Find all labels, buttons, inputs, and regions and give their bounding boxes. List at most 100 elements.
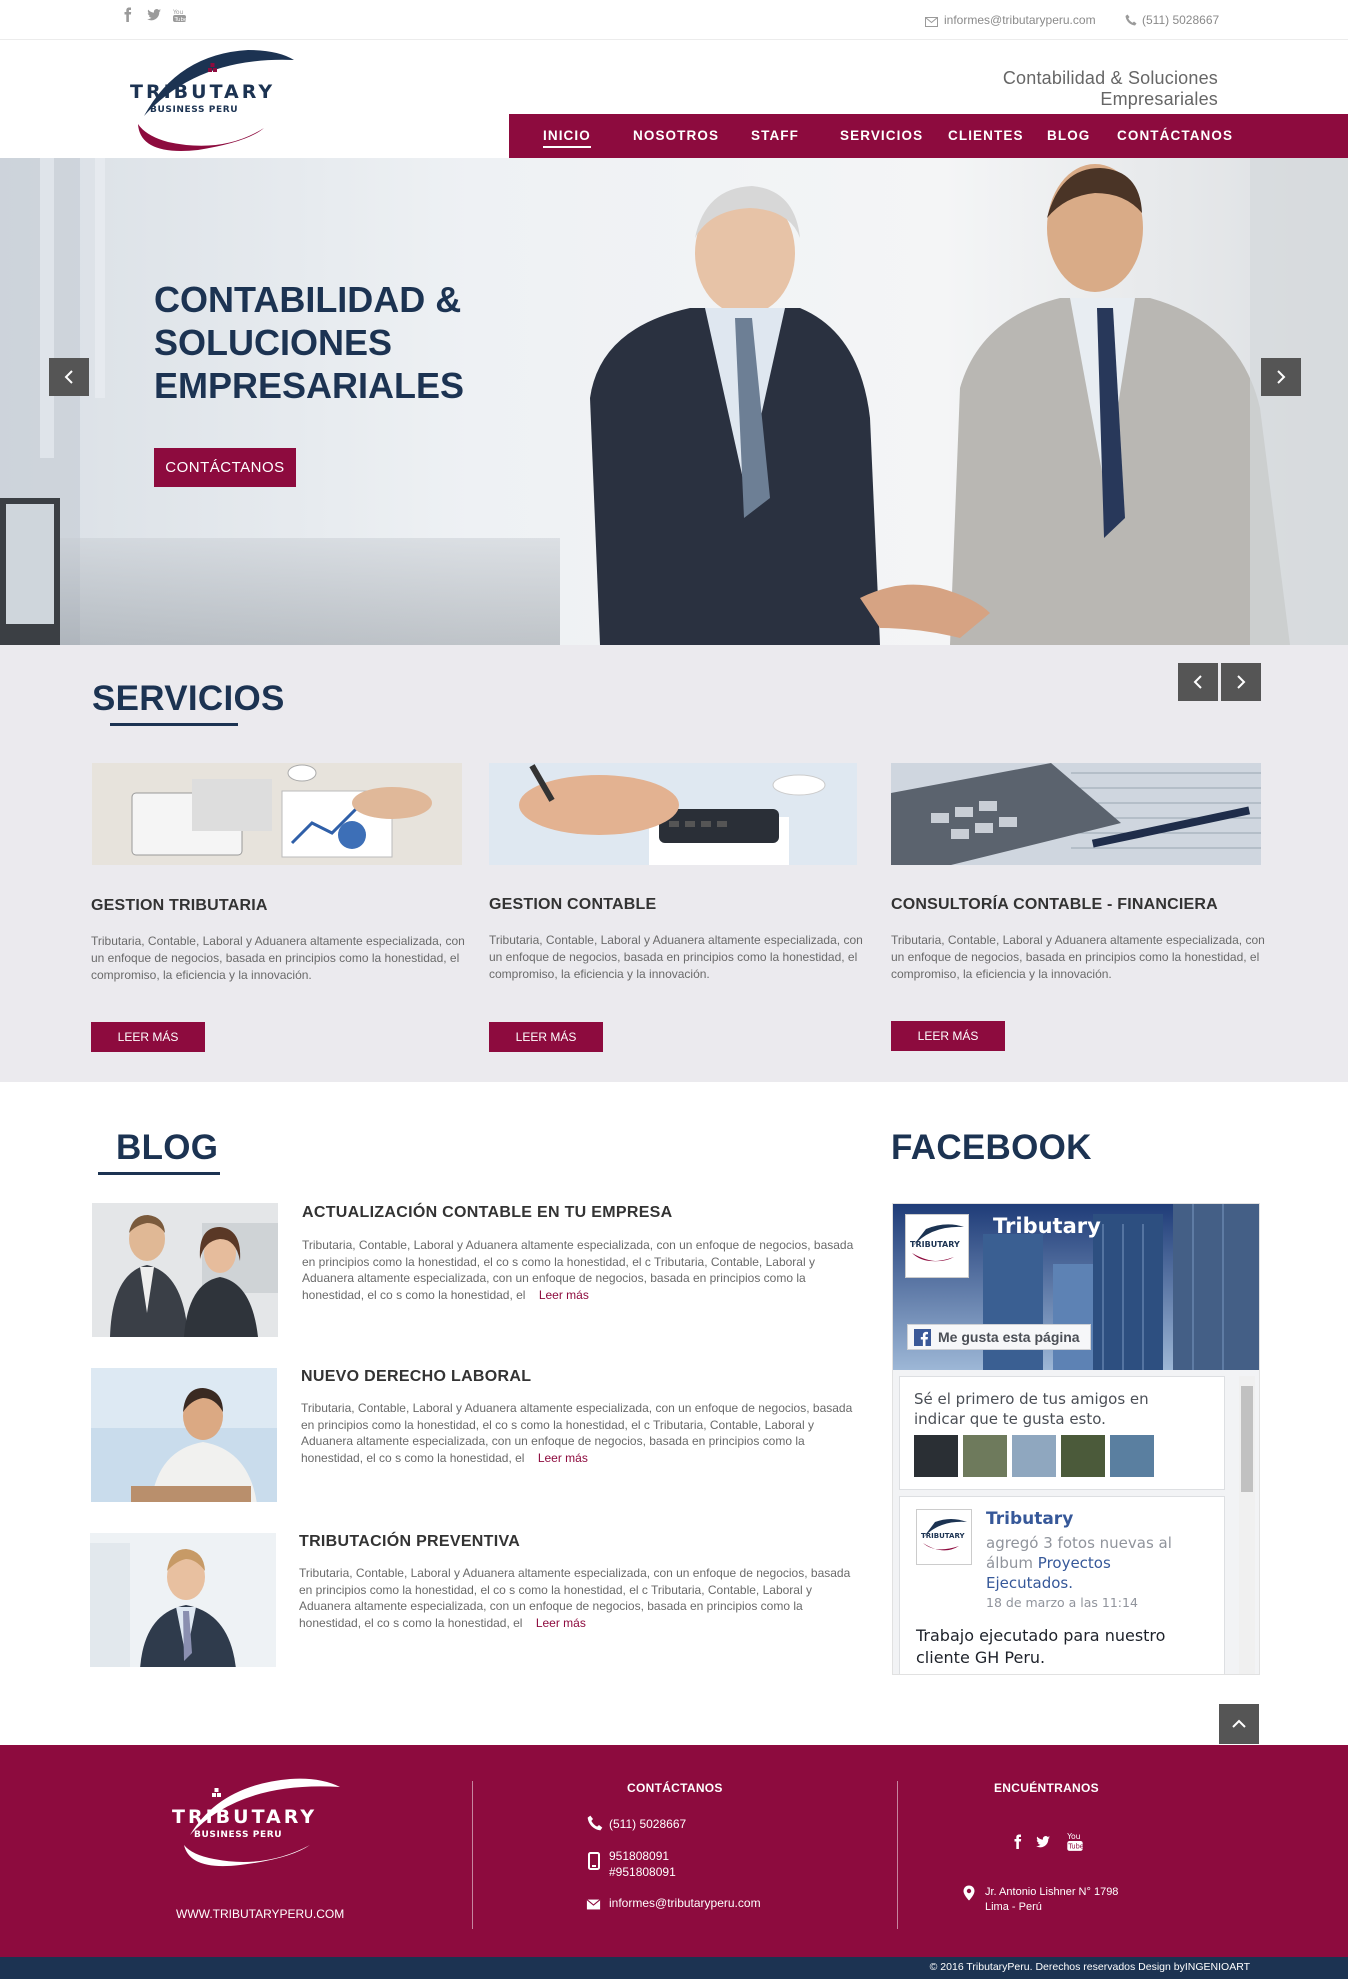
footer-phone[interactable]: (511) 5028667 [609,1816,686,1832]
blog-title-rule [98,1172,220,1175]
svg-text:TRIBUTARY: TRIBUTARY [130,81,275,103]
hero-contact-button[interactable]: CONTÁCTANOS [154,448,296,487]
facebook-like-button[interactable]: Me gusta esta página [907,1324,1091,1350]
twitter-icon[interactable] [1034,1834,1052,1850]
read-more-link[interactable]: Leer más [538,1451,588,1465]
envelope-icon [586,1897,601,1910]
footer-contact-title: CONTÁCTANOS [627,1781,723,1795]
facebook-post-date[interactable]: 18 de marzo a las 11:14 [986,1595,1138,1610]
blog-post-excerpt: Tributaria, Contable, Laboral y Aduanera… [299,1565,859,1631]
svg-text:TRIBUTARY: TRIBUTARY [172,1806,317,1828]
svg-text:You: You [172,9,184,16]
service-read-more-button[interactable]: LEER MÁS [891,1021,1005,1051]
facebook-scrollbar-thumb[interactable] [1241,1386,1253,1492]
nav-item-clientes[interactable]: CLIENTES [948,114,1024,158]
facebook-friends-box: Sé el primero de tus amigos en indicar q… [899,1376,1225,1490]
svg-text:BUSINESS PERU: BUSINESS PERU [194,1830,282,1840]
facebook-icon[interactable] [120,7,136,23]
chevron-left-icon [1193,675,1202,689]
service-text: Tributaria, Contable, Laboral y Aduanera… [91,934,465,982]
read-more-link[interactable]: Leer más [536,1616,586,1630]
blog-post-title[interactable]: ACTUALIZACIÓN CONTABLE EN TU EMPRESA [302,1204,673,1222]
main-nav: INICIO NOSOTROS STAFF SERVICIOS CLIENTES… [509,114,1348,158]
footer-mobile[interactable]: 951808091 [609,1848,669,1864]
facebook-post-avatar[interactable]: TRIBUTARY [916,1509,972,1565]
facebook-widget: TRIBUTARY Tributary Me gusta esta página… [892,1203,1260,1675]
youtube-icon[interactable]: You Tube [172,7,188,23]
footer-divider [897,1781,898,1929]
service-image-contable [489,763,857,865]
footer-address: Jr. Antonio Lishner N° 1798 [985,1886,1119,1898]
friend-avatar[interactable] [1061,1435,1105,1477]
hero-slider: CONTABILIDAD & SOLUCIONES EMPRESARIALES … [0,158,1348,645]
blog-post-title[interactable]: TRIBUTACIÓN PREVENTIVA [299,1533,520,1551]
facebook-post-author[interactable]: Tributary [986,1509,1073,1529]
svg-text:TRIBUTARY: TRIBUTARY [921,1532,965,1540]
facebook-post: TRIBUTARY Tributary agregó 3 fotos nueva… [899,1496,1225,1674]
envelope-icon [925,14,938,27]
friend-avatar[interactable] [963,1435,1007,1477]
chevron-right-icon [1237,675,1246,689]
footer-divider [472,1781,473,1929]
facebook-icon [914,1329,931,1346]
back-to-top-button[interactable] [1219,1704,1259,1744]
blog-post-image[interactable] [90,1533,276,1667]
blog-post-image[interactable] [91,1368,277,1502]
service-read-more-button[interactable]: LEER MÁS [489,1022,603,1052]
logo[interactable]: TRIBUTARY BUSINESS PERU [128,46,302,154]
mobile-icon [588,1852,600,1870]
youtube-icon[interactable]: You Tube [1066,1830,1084,1852]
service-read-more-button[interactable]: LEER MÁS [91,1022,205,1052]
facebook-page-name[interactable]: Tributary [993,1214,1101,1238]
footer-email[interactable]: informes@tributaryperu.com [609,1895,761,1911]
hero-next-button[interactable] [1261,358,1301,396]
copyright-text: © 2016 TributaryPeru. Derechos reservado… [929,1961,1250,1973]
nav-item-staff[interactable]: STAFF [751,114,799,158]
friend-avatar[interactable] [1012,1435,1056,1477]
svg-text:Tube: Tube [1067,1843,1083,1851]
facebook-friends-text: Sé el primero de tus amigos en indicar q… [914,1390,1149,1428]
nav-item-contactanos[interactable]: CONTÁCTANOS [1117,114,1233,158]
read-more-link[interactable]: Leer más [539,1288,589,1302]
footer-mobile[interactable]: #951808091 [609,1864,676,1880]
servicios-section: SERVICIOS GESTION TRIBUTARIA Tributaria,… [0,645,1348,1082]
blog-post-excerpt: Tributaria, Contable, Laboral y Aduanera… [302,1237,862,1303]
topbar-email[interactable]: informes@tributaryperu.com [944,13,1096,27]
facebook-scrollbar[interactable] [1239,1376,1255,1674]
phone-icon [587,1815,603,1831]
twitter-icon[interactable] [146,7,162,23]
footer-find-title: ENCUÉNTRANOS [994,1781,1099,1795]
friend-avatar[interactable] [914,1435,958,1477]
nav-item-servicios[interactable]: SERVICIOS [840,114,923,158]
facebook-like-label: Me gusta esta página [938,1329,1080,1345]
svg-text:BUSINESS PERU: BUSINESS PERU [150,105,238,115]
servicios-title: SERVICIOS [92,679,285,718]
chevron-up-icon [1232,1719,1246,1728]
facebook-title: FACEBOOK [891,1128,1092,1167]
hero-title-line: CONTABILIDAD & [154,279,462,320]
topbar-phone[interactable]: (511) 5028667 [1142,13,1219,27]
servicios-prev-button[interactable] [1178,663,1218,701]
footer: TRIBUTARY BUSINESS PERU WWW.TRIBUTARYPER… [0,1745,1348,1957]
chevron-left-icon [64,370,73,384]
phone-icon [1125,13,1137,26]
facebook-page-avatar[interactable]: TRIBUTARY [905,1214,969,1278]
footer-website[interactable]: WWW.TRIBUTARYPERU.COM [176,1906,344,1922]
service-image-consultoria [891,763,1261,865]
footer-logo[interactable]: TRIBUTARY BUSINESS PERU [170,1775,346,1869]
nav-item-inicio[interactable]: INICIO [543,114,591,158]
friend-avatar[interactable] [1110,1435,1154,1477]
blog-post-image[interactable] [92,1203,278,1337]
service-title: CONSULTORÍA CONTABLE - FINANCIERA [891,896,1218,913]
footer-address: Lima - Perú [985,1901,1042,1913]
service-image-tributaria [92,763,462,865]
nav-item-blog[interactable]: BLOG [1047,114,1090,158]
facebook-icon[interactable] [1010,1833,1026,1851]
hero-prev-button[interactable] [49,358,89,396]
servicios-title-rule [110,723,238,726]
hero-title: CONTABILIDAD & SOLUCIONES EMPRESARIALES [154,278,574,407]
blog-post-title[interactable]: NUEVO DERECHO LABORAL [301,1368,531,1386]
service-text: Tributaria, Contable, Laboral y Aduanera… [891,933,1265,981]
servicios-next-button[interactable] [1221,663,1261,701]
nav-item-nosotros[interactable]: NOSOTROS [633,114,719,158]
